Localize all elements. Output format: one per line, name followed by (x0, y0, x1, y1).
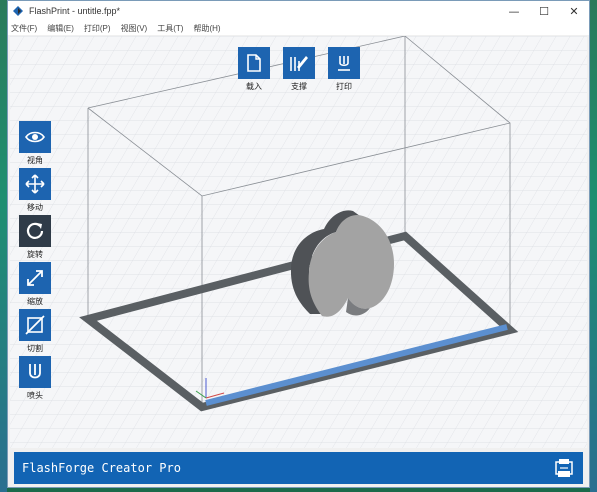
rotate-label: 旋转 (27, 250, 43, 259)
menu-edit[interactable]: 编辑(E) (47, 23, 74, 34)
support-button[interactable]: 支撑 (283, 47, 315, 92)
menu-file[interactable]: 文件(F) (11, 23, 37, 34)
eye-icon (25, 131, 45, 143)
printer-connection-icon[interactable] (553, 457, 575, 479)
status-bar: FlashForge Creator Pro (14, 452, 583, 484)
menu-tools[interactable]: 工具(T) (157, 23, 183, 34)
rotate-button[interactable]: 旋转 (19, 215, 51, 260)
print-icon (338, 56, 350, 71)
move-icon (25, 174, 45, 194)
cut-button[interactable]: 切割 (19, 309, 51, 354)
title-bar: FlashPrint - untitle.fpp* — ☐ ✕ (8, 1, 589, 21)
printer-name: FlashForge Creator Pro (22, 461, 181, 475)
print-label: 打印 (336, 82, 352, 91)
support-label: 支撑 (291, 82, 307, 91)
menu-print[interactable]: 打印(P) (84, 23, 111, 34)
support-icon (290, 56, 308, 71)
close-button[interactable]: ✕ (559, 1, 589, 21)
move-label: 移动 (27, 203, 43, 212)
load-label: 载入 (246, 82, 262, 91)
rotate-icon (26, 222, 44, 239)
cut-icon (25, 315, 45, 335)
scale-icon (27, 270, 43, 286)
app-window: FlashPrint - untitle.fpp* — ☐ ✕ 文件(F) 编辑… (7, 0, 590, 488)
file-load-icon (247, 54, 261, 72)
menu-bar: 文件(F) 编辑(E) 打印(P) 视图(V) 工具(T) 帮助(H) (8, 21, 589, 35)
3d-viewport[interactable]: 载入 支撑 打印 视角 移动 旋转 缩放 切割 喷头 (10, 36, 587, 448)
scale-button[interactable]: 缩放 (19, 262, 51, 307)
move-button[interactable]: 移动 (19, 168, 51, 213)
view-button[interactable]: 视角 (19, 121, 51, 166)
print-button[interactable]: 打印 (328, 47, 360, 92)
menu-view[interactable]: 视图(V) (121, 23, 148, 34)
minimize-button[interactable]: — (499, 1, 529, 21)
scale-label: 缩放 (27, 297, 43, 306)
flashprint-logo-icon (13, 6, 23, 16)
desktop-background-right (590, 0, 597, 492)
extruder-button[interactable]: 喷头 (19, 356, 51, 401)
extruder-icon (29, 364, 41, 379)
maximize-button[interactable]: ☐ (529, 1, 559, 21)
desktop-background-left (0, 0, 7, 492)
menu-help[interactable]: 帮助(H) (193, 23, 220, 34)
extruder-label: 喷头 (27, 391, 43, 400)
view-label: 视角 (27, 156, 43, 165)
window-title: FlashPrint - untitle.fpp* (29, 6, 121, 16)
cut-label: 切割 (27, 344, 43, 353)
build-volume-scene[interactable] (10, 36, 587, 448)
load-button[interactable]: 载入 (238, 47, 270, 92)
